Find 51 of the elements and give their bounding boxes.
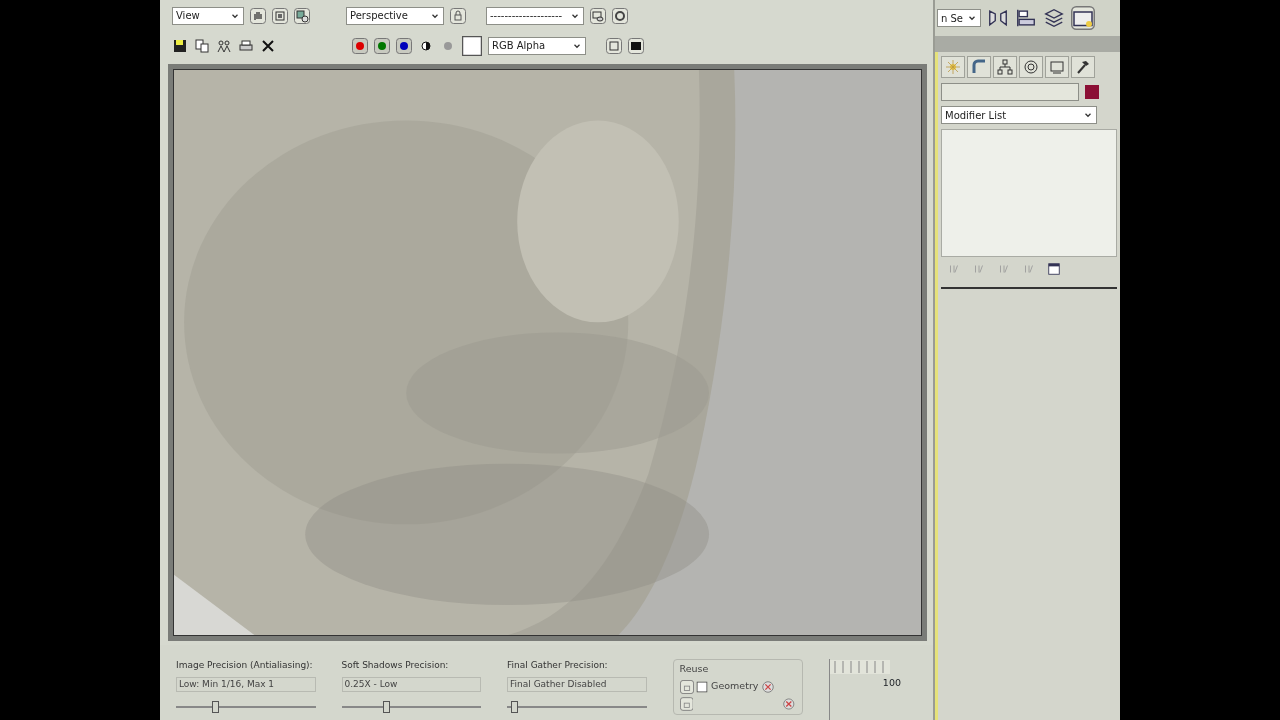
render-icon[interactable] xyxy=(294,7,310,24)
mirror-icon[interactable] xyxy=(987,7,1009,29)
precision-field[interactable]: Low: Min 1/16, Max 1 xyxy=(176,676,316,693)
viewport-dropdown[interactable]: Perspective xyxy=(346,6,444,25)
align-icon[interactable] xyxy=(1015,7,1037,29)
geometry-checkbox[interactable] xyxy=(696,680,709,693)
panel-tab[interactable] xyxy=(1071,56,1095,78)
gear-icon[interactable] xyxy=(612,7,628,24)
precision-field[interactable]: Final Gather Disabled xyxy=(507,676,647,693)
checkbox-label: Geometry xyxy=(711,679,759,694)
hierarchy-icon xyxy=(997,59,1013,75)
config-icon[interactable] xyxy=(1046,262,1061,276)
slider-thumb[interactable] xyxy=(212,701,220,714)
modifier-dropdown[interactable]: Modifier List xyxy=(941,106,1097,124)
preset-dropdown[interactable]: -------------------- xyxy=(486,6,584,25)
precision-label: Soft Shadows Precision: xyxy=(341,659,450,673)
print-icon[interactable] xyxy=(238,37,254,54)
color-swatch[interactable] xyxy=(462,35,482,56)
selection-dropdown[interactable]: n Se xyxy=(937,9,981,27)
slider-thumb[interactable] xyxy=(383,701,391,714)
clear-icon[interactable] xyxy=(781,696,796,711)
motion-icon xyxy=(1023,59,1039,75)
color-swatch[interactable] xyxy=(1084,84,1099,100)
create-icon xyxy=(945,59,961,75)
channel-toggle[interactable] xyxy=(352,37,368,54)
channel-dropdown[interactable]: RGB Alpha xyxy=(488,36,586,55)
channel-toggle[interactable] xyxy=(374,37,390,54)
modify-icon xyxy=(971,59,987,75)
precision-label: Image Precision (Antialiasing): xyxy=(176,659,314,673)
close-icon[interactable] xyxy=(260,37,276,54)
panel-tab[interactable] xyxy=(967,56,991,78)
group-title: Reuse xyxy=(679,662,710,677)
window-icon[interactable] xyxy=(606,37,622,54)
save-icon[interactable] xyxy=(172,37,188,54)
precision-field[interactable]: 0.25X - Low xyxy=(341,676,482,693)
panel-tab[interactable] xyxy=(993,56,1017,78)
name-field[interactable] xyxy=(941,83,1079,101)
precision-label: Final Gather Precision: xyxy=(507,659,609,673)
people-icon[interactable] xyxy=(216,37,232,54)
area-dropdown[interactable]: View xyxy=(172,6,244,25)
hammer-icon xyxy=(1075,59,1091,75)
frame-icon[interactable] xyxy=(272,7,288,24)
display-icon[interactable] xyxy=(628,37,644,54)
channel-toggle[interactable] xyxy=(396,37,412,54)
copy-icon[interactable] xyxy=(194,37,210,54)
panel-tab[interactable] xyxy=(1019,56,1043,78)
display-icon xyxy=(1049,59,1065,75)
frame-number: 100 xyxy=(881,675,902,690)
clear-icon[interactable] xyxy=(761,679,776,694)
slider-thumb[interactable] xyxy=(511,701,518,714)
layers-icon[interactable] xyxy=(1043,7,1065,29)
